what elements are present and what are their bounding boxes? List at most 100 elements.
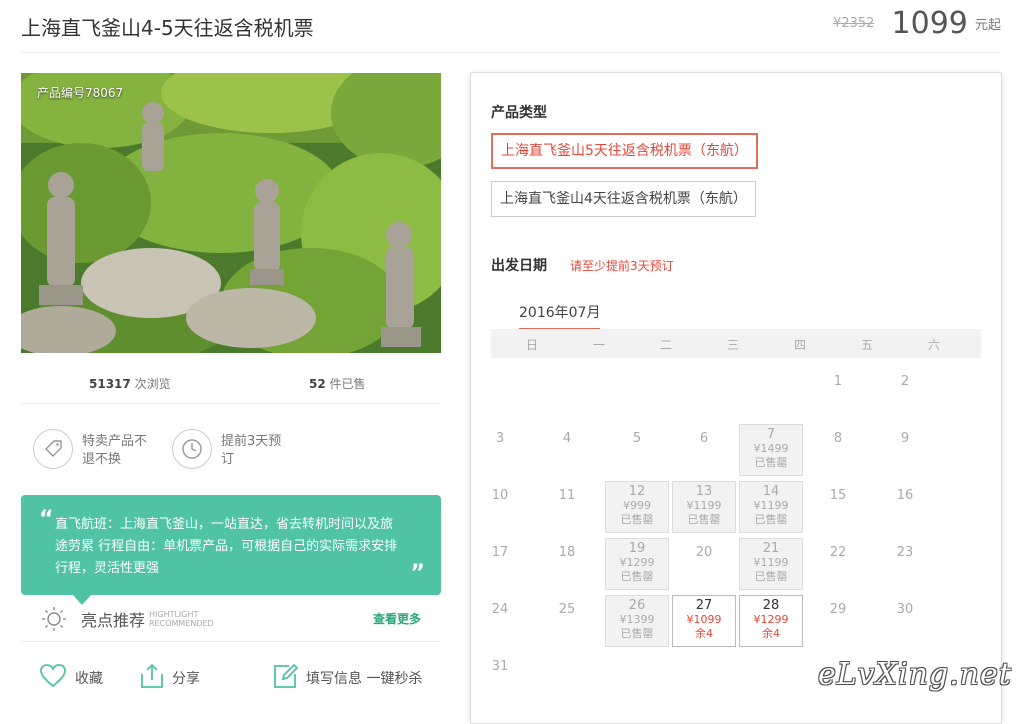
day-number: 23 xyxy=(896,545,914,560)
share-label: 分享 xyxy=(172,671,200,687)
day-soldout: 已售罄 xyxy=(754,456,788,469)
month-tab[interactable]: 2016年07月 xyxy=(519,302,601,331)
calendar-day-10: 10 xyxy=(468,481,532,533)
day-number: 16 xyxy=(896,488,914,503)
stats-bar: 51317 次浏览 52 件已售 xyxy=(21,353,441,404)
weekday-wed: 三 xyxy=(726,338,739,352)
views-stat: 51317 次浏览 xyxy=(89,375,171,392)
calendar-day-27[interactable]: 27 ¥1099 余4 xyxy=(672,595,736,647)
highlight-subtitle-line1: HIGHTLIGHT xyxy=(149,610,199,619)
day-number: 4 xyxy=(562,431,572,446)
tag-icon xyxy=(33,429,73,469)
day-number: 18 xyxy=(558,545,576,560)
share-button[interactable]: 分享 xyxy=(138,662,208,692)
day-number: 21 xyxy=(762,541,780,556)
day-remaining: 余4 xyxy=(762,627,780,640)
favorite-label: 收藏 xyxy=(75,671,103,687)
views-label: 次浏览 xyxy=(134,377,171,391)
highlight-title: 亮点推荐 xyxy=(81,611,146,630)
calendar-day-29: 29 xyxy=(806,595,870,647)
day-number: 1 xyxy=(833,374,843,389)
day-number: 10 xyxy=(491,488,509,503)
page-title: 上海直飞釜山4-5天往返含税机票 xyxy=(21,16,314,40)
day-number: 5 xyxy=(632,431,642,446)
day-price: ¥1199 xyxy=(753,499,789,512)
share-icon xyxy=(141,663,163,688)
day-number: 14 xyxy=(762,484,780,499)
view-more-link[interactable]: 查看更多 xyxy=(373,610,421,627)
highlight-subtitle: HIGHTLIGHT RECOMMENDED xyxy=(149,610,214,628)
calendar-day-11: 11 xyxy=(535,481,599,533)
day-remaining: 余4 xyxy=(695,627,713,640)
fill-info-button[interactable]: 填写信息 一键秒杀 xyxy=(271,662,431,692)
calendar-day-8: 8 xyxy=(806,424,870,476)
product-photo[interactable]: 产品编号78067 xyxy=(21,73,441,353)
day-soldout: 已售罄 xyxy=(620,627,654,640)
day-soldout: 已售罄 xyxy=(754,570,788,583)
day-number: 11 xyxy=(558,488,576,503)
quote-close-mark: ” xyxy=(410,561,425,586)
favorite-button[interactable]: 收藏 xyxy=(39,662,109,692)
sold-count: 52 xyxy=(309,377,326,391)
views-count: 51317 xyxy=(89,377,131,391)
day-number: 15 xyxy=(829,488,847,503)
price-unit: 元起 xyxy=(974,18,1001,33)
quote-text: 直飞航班：上海直飞釜山，一站直达，省去转机时间以及旅途劳累 行程自由：单机票产品… xyxy=(55,517,398,576)
heart-icon xyxy=(40,664,66,688)
weekday-sat: 六 xyxy=(927,338,940,352)
watermark: eLvXing.net xyxy=(818,657,1012,692)
day-price: ¥1299 xyxy=(753,613,789,626)
day-soldout: 已售罄 xyxy=(620,570,654,583)
product-option-4day[interactable]: 上海直飞釜山4天往返含税机票（东航） xyxy=(491,181,756,217)
product-option-5day[interactable]: 上海直飞釜山5天往返含税机票（东航） xyxy=(491,133,758,169)
calendar-day-21: 21 ¥1199 已售罄 xyxy=(739,538,803,590)
day-number: 25 xyxy=(558,602,576,617)
calendar-day-19: 19 ¥1299 已售罄 xyxy=(605,538,669,590)
day-number: 6 xyxy=(699,431,709,446)
feature-row: 特卖产品不退不换 提前3天预订 xyxy=(21,404,441,482)
day-number: 29 xyxy=(829,602,847,617)
day-number: 19 xyxy=(628,541,646,556)
fill-info-label: 填写信息 一键秒杀 xyxy=(306,671,423,687)
day-soldout: 已售罄 xyxy=(754,513,788,526)
calendar-day-1: 1 xyxy=(806,367,870,419)
calendar-day-18: 18 xyxy=(535,538,599,590)
current-price: 1099 xyxy=(891,6,968,41)
day-number: 22 xyxy=(829,545,847,560)
day-soldout: 已售罄 xyxy=(620,513,654,526)
booking-notice: 请至少提前3天预订 xyxy=(570,259,674,273)
calendar-day-28[interactable]: 28 ¥1299 余4 xyxy=(739,595,803,647)
product-number: 产品编号78067 xyxy=(37,86,124,100)
original-price: ¥2352 xyxy=(833,16,875,31)
page-header: 上海直飞釜山4-5天往返含税机票 ¥2352 1099 元起 xyxy=(0,0,1025,52)
day-number: 28 xyxy=(762,598,780,613)
calendar-day-9: 9 xyxy=(873,424,937,476)
day-number: 13 xyxy=(695,484,713,499)
day-number: 8 xyxy=(833,431,843,446)
garden-statues-image xyxy=(21,73,441,353)
calendar-day-13: 13 ¥1199 已售罄 xyxy=(672,481,736,533)
calendar-day-31: 31 xyxy=(468,652,532,704)
day-number: 17 xyxy=(491,545,509,560)
sold-label: 件已售 xyxy=(329,377,366,391)
calendar-day-4: 4 xyxy=(535,424,599,476)
day-soldout: 已售罄 xyxy=(687,513,721,526)
weekday-fri: 五 xyxy=(860,338,873,352)
day-number: 2 xyxy=(900,374,910,389)
day-number: 30 xyxy=(896,602,914,617)
calendar-day-2: 2 xyxy=(873,367,937,419)
weekday-header: 日 一 二 三 四 五 六 xyxy=(491,329,981,358)
highlight-subtitle-line2: RECOMMENDED xyxy=(149,619,214,628)
calendar-day-16: 16 xyxy=(873,481,937,533)
quote-open-mark: “ xyxy=(39,507,54,532)
day-number: 26 xyxy=(628,598,646,613)
calendar-day-7: 7 ¥1499 已售罄 xyxy=(739,424,803,476)
feature-text: 特卖产品不退不换 xyxy=(82,434,148,467)
calendar-day-12: 12 ¥999 已售罄 xyxy=(605,481,669,533)
calendar-day-24: 24 xyxy=(468,595,532,647)
weekday-sun: 日 xyxy=(525,338,538,352)
day-price: ¥1099 xyxy=(686,613,722,626)
weekday-mon: 一 xyxy=(592,338,605,352)
day-number: 31 xyxy=(491,659,509,674)
day-number: 7 xyxy=(766,427,776,442)
